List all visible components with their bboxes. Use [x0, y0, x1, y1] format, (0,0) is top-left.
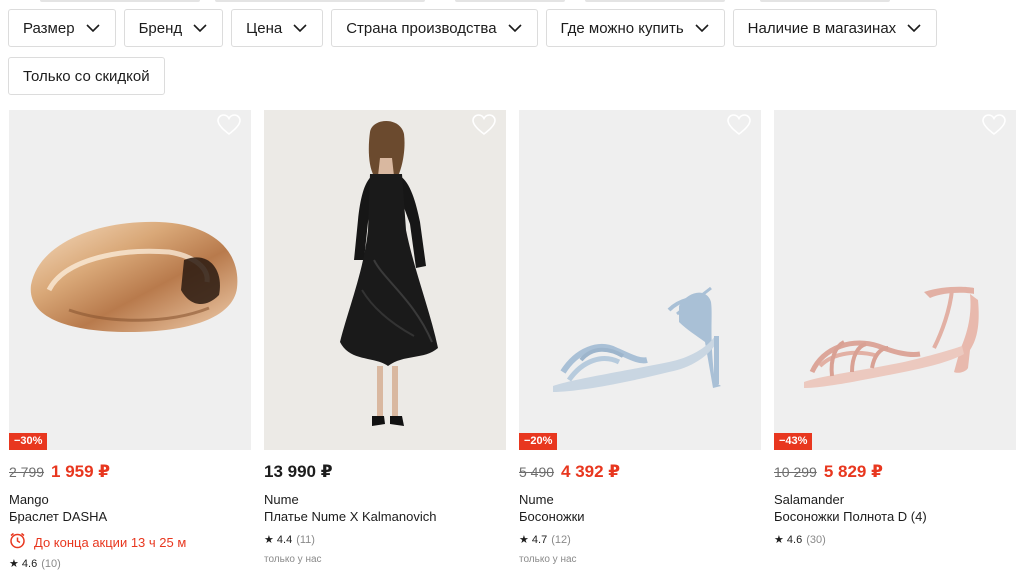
favorite-heart-icon[interactable] — [727, 114, 751, 136]
product-brand[interactable]: Salamander — [774, 491, 1016, 508]
product-name[interactable]: Босоножки — [519, 508, 761, 525]
price-row: 5 490 4 392 ₽ — [519, 462, 761, 486]
discount-badge: −30% — [9, 433, 48, 450]
product-image[interactable]: −43% — [774, 110, 1016, 450]
chevron-down-icon — [694, 20, 710, 36]
discount-badge: −20% — [519, 433, 558, 450]
product-grid: −30% 2 799 1 959 ₽ Mango Браслет DASHA Д… — [9, 110, 1016, 570]
discount-badge: −43% — [774, 433, 813, 450]
filter-in-store[interactable]: Наличие в магазинах — [732, 9, 938, 47]
rating: ★ 4.4 (11) — [264, 533, 506, 547]
filter-brand[interactable]: Бренд — [123, 9, 224, 47]
filter-bar: Размер Бренд Цена Страна производства Гд… — [8, 9, 1018, 95]
review-count: (11) — [296, 533, 315, 546]
review-count: (12) — [551, 533, 571, 546]
filter-label: Страна производства — [346, 19, 497, 37]
filter-label: Наличие в магазинах — [747, 19, 897, 37]
product-card[interactable]: −30% 2 799 1 959 ₽ Mango Браслет DASHA Д… — [9, 110, 251, 570]
filter-label: Цена — [246, 19, 283, 37]
price-row: 10 299 5 829 ₽ — [774, 462, 1016, 486]
rating-value: ★ 4.6 — [774, 534, 803, 546]
product-image[interactable]: −30% — [9, 110, 251, 450]
rating-value: ★ 4.4 — [264, 534, 293, 546]
old-price: 10 299 — [774, 464, 817, 480]
chevron-down-icon — [292, 20, 308, 36]
filter-label: Размер — [23, 19, 75, 37]
product-name[interactable]: Браслет DASHA — [9, 508, 251, 525]
promo-text: До конца акции 13 ч 25 м — [34, 534, 187, 550]
product-image[interactable] — [264, 110, 506, 450]
price-row: 13 990 ₽ — [264, 462, 506, 486]
bracelet-image — [30, 221, 238, 332]
old-price: 2 799 — [9, 464, 45, 480]
exclusive-label: только у нас — [519, 554, 577, 565]
product-brand[interactable]: Nume — [519, 491, 761, 508]
chevron-down-icon — [906, 20, 922, 36]
filter-price[interactable]: Цена — [231, 9, 324, 47]
product-card[interactable]: −43% 10 299 5 829 ₽ Salamander Босоножки… — [774, 110, 1016, 570]
current-price: 4 392 ₽ — [561, 462, 621, 481]
chevron-down-icon — [192, 20, 208, 36]
filter-label: Только со скидкой — [23, 67, 150, 85]
product-name[interactable]: Босоножки Полнота D (4) — [774, 508, 1016, 525]
top-scroll-remnant — [0, 0, 1024, 3]
rating: ★ 4.6 (30) — [774, 533, 1016, 547]
filter-size[interactable]: Размер — [8, 9, 116, 47]
chevron-down-icon — [85, 20, 101, 36]
product-card[interactable]: −20% 5 490 4 392 ₽ Nume Босоножки ★ 4.7 … — [519, 110, 761, 570]
old-price: 5 490 — [519, 464, 555, 480]
filter-country[interactable]: Страна производства — [331, 9, 538, 47]
favorite-heart-icon[interactable] — [472, 114, 496, 136]
exclusive-label: только у нас — [264, 554, 322, 565]
filter-label: Где можно купить — [560, 19, 684, 37]
filter-discount-only[interactable]: Только со скидкой — [8, 57, 165, 95]
rating: ★ 4.7 (12) — [519, 533, 761, 547]
sandal-pink-image — [804, 286, 979, 388]
current-price: 1 959 ₽ — [51, 462, 111, 481]
review-count: (10) — [41, 557, 61, 570]
product-card[interactable]: 13 990 ₽ Nume Платье Nume X Kalmanovich … — [264, 110, 506, 570]
rating-value: ★ 4.6 — [9, 558, 38, 570]
current-price: 5 829 ₽ — [823, 462, 883, 481]
promo-timer: До конца акции 13 ч 25 м — [9, 532, 251, 552]
review-count: (30) — [806, 533, 826, 546]
rating: ★ 4.6 (10) — [9, 557, 251, 571]
clock-icon — [9, 532, 26, 552]
current-price: 13 990 ₽ — [264, 462, 333, 481]
product-image[interactable]: −20% — [519, 110, 761, 450]
product-brand[interactable]: Mango — [9, 491, 251, 508]
product-name[interactable]: Платье Nume X Kalmanovich — [264, 508, 506, 525]
chevron-down-icon — [507, 20, 523, 36]
dress-image — [264, 110, 506, 450]
rating-value: ★ 4.7 — [519, 534, 548, 546]
favorite-heart-icon[interactable] — [217, 114, 241, 136]
product-brand[interactable]: Nume — [264, 491, 506, 508]
sandal-blue-image — [553, 286, 721, 392]
filter-label: Бренд — [138, 19, 183, 37]
price-row: 2 799 1 959 ₽ — [9, 462, 251, 486]
favorite-heart-icon[interactable] — [982, 114, 1006, 136]
filter-where-to-buy[interactable]: Где можно купить — [545, 9, 725, 47]
